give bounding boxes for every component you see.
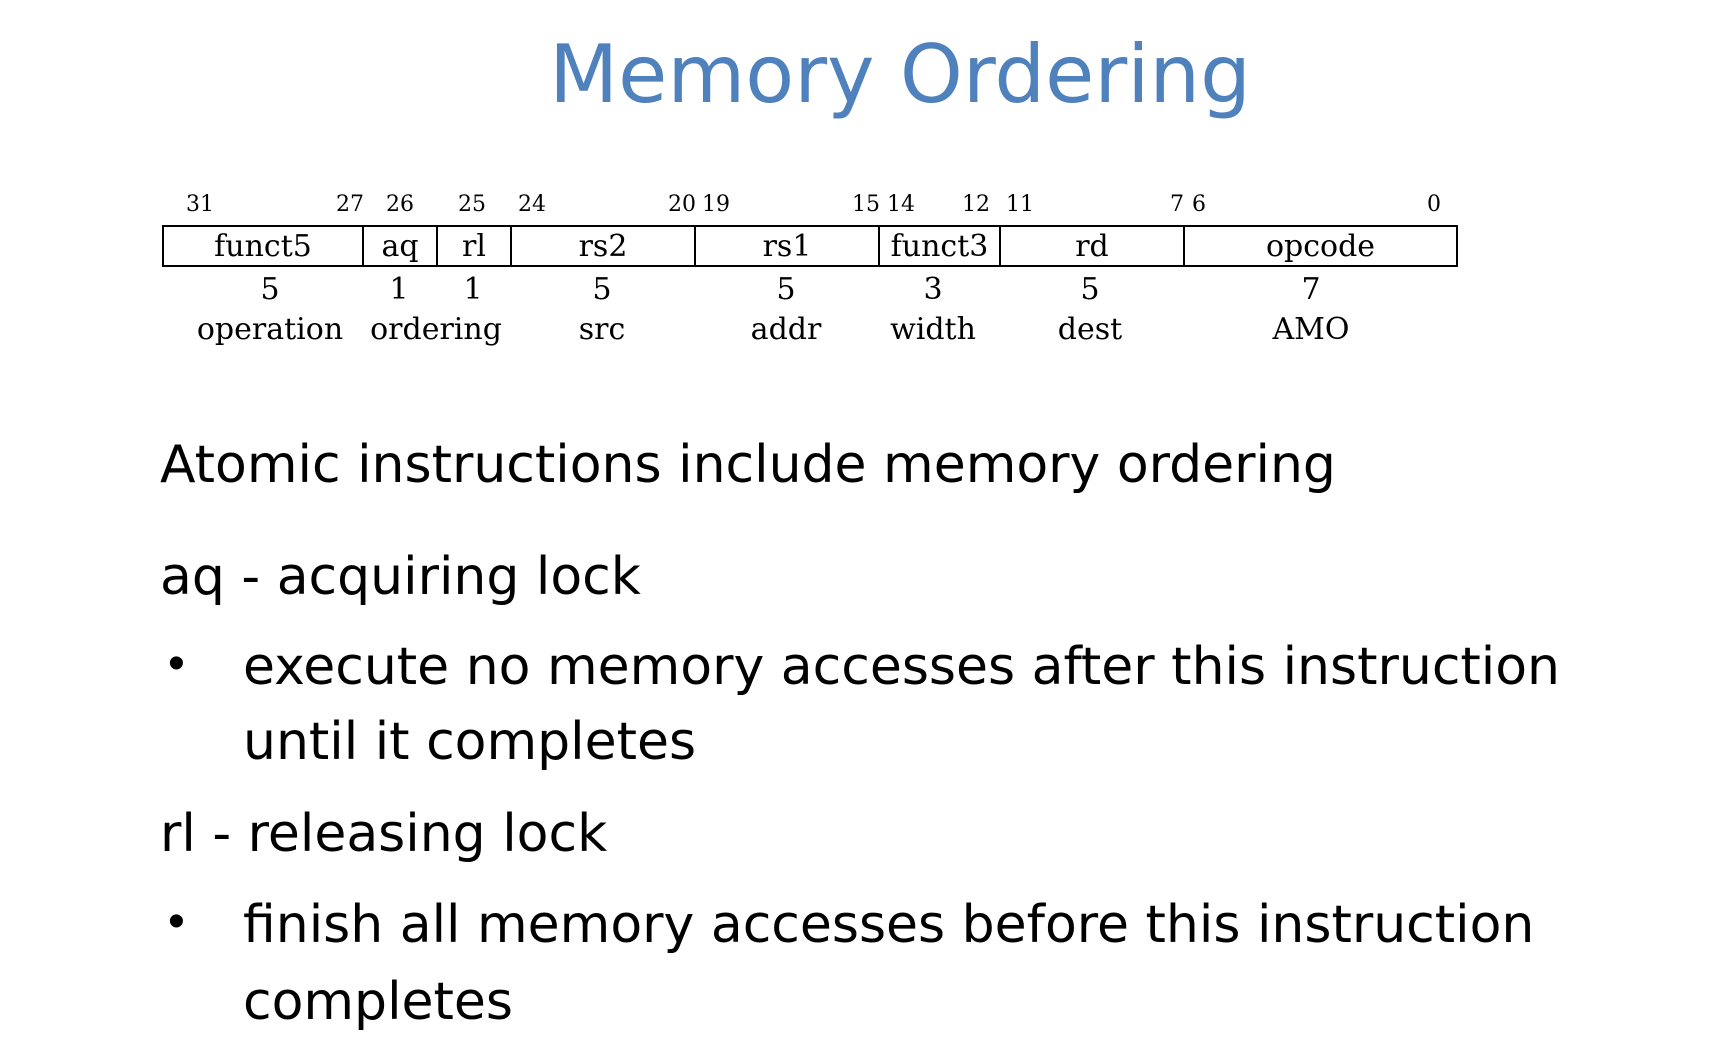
bit-label: 20 xyxy=(668,192,696,217)
bit-label: 26 xyxy=(386,192,414,217)
field-rd: rd xyxy=(999,225,1183,267)
aq-bullet-line1: execute no memory accesses after this in… xyxy=(243,637,1561,697)
field-role-aq-rl: ordering xyxy=(370,312,502,347)
bit-label: 27 xyxy=(336,192,364,217)
field-width-rl: 1 xyxy=(463,272,483,307)
field-opcode: opcode xyxy=(1183,225,1458,267)
field-width-opcode: 7 xyxy=(1301,272,1321,307)
bullet-dot: • xyxy=(168,637,185,690)
field-funct3: funct3 xyxy=(878,225,999,267)
field-role-funct5: operation xyxy=(196,312,344,347)
rl-bullet-line1: finish all memory accesses before this i… xyxy=(243,895,1535,955)
bit-label: 25 xyxy=(458,192,486,217)
field-width-aq: 1 xyxy=(389,272,409,307)
field-width-rs2: 5 xyxy=(592,272,612,307)
rl-bullet-line2: completes xyxy=(243,972,513,1032)
bit-label: 14 xyxy=(887,192,915,217)
field-role-rd: dest xyxy=(1057,312,1123,347)
bit-label: 11 xyxy=(1006,192,1034,217)
bit-label: 19 xyxy=(702,192,730,217)
bit-label: 12 xyxy=(962,192,990,217)
field-role-rs2: src xyxy=(578,312,626,347)
field-width-funct3: 3 xyxy=(923,272,943,307)
field-funct5: funct5 xyxy=(162,225,362,267)
field-rl: rl xyxy=(436,225,510,267)
bit-label: 15 xyxy=(852,192,880,217)
field-role-rs1: addr xyxy=(750,312,822,347)
field-width-rs1: 5 xyxy=(776,272,796,307)
field-width-rd: 5 xyxy=(1080,272,1100,307)
field-width-funct5: 5 xyxy=(260,272,280,307)
bit-label: 7 xyxy=(1170,192,1184,217)
bit-label: 24 xyxy=(518,192,546,217)
field-aq: aq xyxy=(362,225,436,267)
rl-heading: rl - releasing lock xyxy=(160,804,608,864)
field-rs2: rs2 xyxy=(510,225,694,267)
bit-label: 31 xyxy=(186,192,214,217)
slide-title: Memory Ordering xyxy=(549,28,1251,121)
field-rs1: rs1 xyxy=(694,225,878,267)
field-role-opcode: AMO xyxy=(1272,312,1350,347)
aq-bullet-line2: until it completes xyxy=(243,712,697,772)
intro-text: Atomic instructions include memory order… xyxy=(160,435,1336,495)
bit-label: 6 xyxy=(1192,192,1206,217)
field-role-funct3: width xyxy=(890,312,976,347)
aq-heading: aq - acquiring lock xyxy=(160,547,641,607)
instruction-encoding-diagram: 31 27 26 25 24 20 19 15 14 12 11 7 6 0 f… xyxy=(150,180,1630,360)
bit-label: 0 xyxy=(1427,192,1441,217)
bullet-dot: • xyxy=(168,895,185,948)
